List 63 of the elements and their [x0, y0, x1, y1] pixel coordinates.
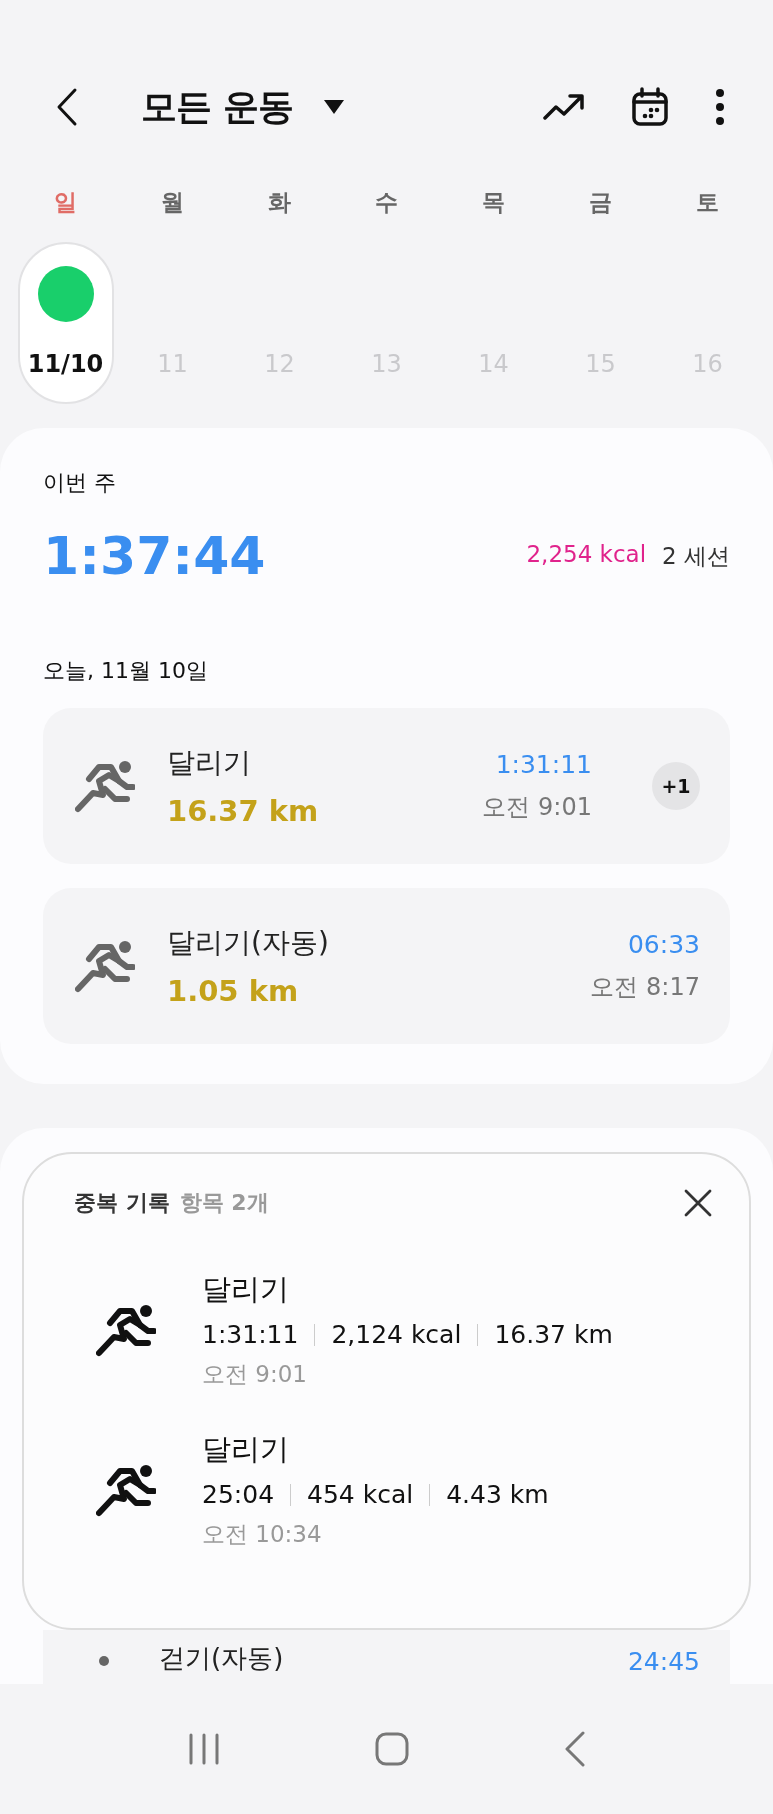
- recents-button[interactable]: [187, 1732, 222, 1766]
- duration-text: 06:33: [627, 929, 700, 959]
- workout-name: 달리기: [202, 1431, 290, 1468]
- weekday-label: 월: [161, 187, 184, 217]
- workout-name: 달리기: [202, 1271, 290, 1308]
- date-heading: 오늘, 11월 10일: [43, 657, 209, 685]
- duration-text: 24:45: [627, 1647, 700, 1676]
- duration-text: 1:31:11: [495, 749, 592, 779]
- weekday-label: 수: [375, 187, 398, 217]
- recents-icon: [187, 1732, 222, 1766]
- start-time: 오전 9:01: [202, 1360, 308, 1389]
- back-icon: [563, 1731, 586, 1767]
- workout-card[interactable]: 달리기 16.37 km 1:31:11 오전 9:01 +1: [43, 708, 730, 864]
- runner-icon: [96, 1463, 156, 1517]
- total-time: 1:37:44: [43, 526, 266, 586]
- item-count: 항목 2개: [179, 1189, 269, 1217]
- runner-icon: [75, 759, 135, 813]
- dropdown-icon[interactable]: [322, 99, 345, 115]
- workout-card[interactable]: 달리기(자동) 1.05 km 06:33 오전 8:17: [43, 888, 730, 1044]
- selected-date[interactable]: 11/10: [17, 242, 114, 404]
- duration-text: 1:31:11: [202, 1320, 299, 1349]
- weekday-label: 토: [696, 187, 719, 217]
- trend-icon: [543, 93, 585, 121]
- calories-text: 2,124 kcal: [331, 1320, 462, 1349]
- workout-name: 달리기: [167, 745, 252, 781]
- calendar-button[interactable]: [631, 87, 669, 127]
- trends-button[interactable]: [543, 93, 585, 121]
- more-icon: [715, 88, 725, 126]
- popup-title: 중복 기록: [74, 1189, 170, 1217]
- workout-name: 달리기(자동): [167, 925, 329, 961]
- section-label: 이번 주: [43, 469, 117, 497]
- distance-text: 1.05 km: [167, 974, 300, 1008]
- duration-text: 25:04: [202, 1480, 275, 1509]
- weekday-label: 화: [268, 187, 291, 217]
- distance-text: 4.43 km: [446, 1480, 549, 1509]
- runner-icon: [96, 1303, 156, 1357]
- sessions-text: 2 세션: [662, 541, 730, 571]
- home-icon: [375, 1732, 410, 1766]
- record-item[interactable]: 달리기 1:31:11 2,124 kcal 16.37 km 오전 9:01: [74, 1270, 713, 1390]
- start-time: 오전 9:01: [482, 791, 592, 823]
- calories-text: 2,254 kcal: [526, 540, 647, 569]
- close-icon: [683, 1188, 713, 1218]
- workout-name: 걷기(자동): [159, 1642, 284, 1675]
- calendar-icon: [631, 87, 669, 127]
- close-button[interactable]: [683, 1188, 713, 1218]
- page-title: 모든 운동: [141, 84, 293, 129]
- weekday-label: 금: [589, 187, 612, 217]
- workout-card[interactable]: 걷기(자동) 24:45: [43, 1630, 730, 1684]
- more-button[interactable]: [715, 88, 725, 126]
- count-badge[interactable]: +1: [652, 762, 700, 810]
- distance-text: 16.37 km: [494, 1320, 613, 1349]
- home-button[interactable]: [375, 1732, 410, 1766]
- start-time: 오전 8:17: [590, 971, 700, 1003]
- back-icon: [55, 87, 79, 127]
- calories-text: 454 kcal: [307, 1480, 414, 1509]
- bullet-icon: [99, 1656, 109, 1666]
- weekday-label: 목: [482, 187, 505, 217]
- record-item[interactable]: 달리기 25:04 454 kcal 4.43 km 오전 10:34: [74, 1430, 713, 1550]
- weekday-label: 일: [54, 187, 77, 217]
- distance-text: 16.37 km: [167, 794, 319, 828]
- start-time: 오전 10:34: [202, 1520, 323, 1549]
- runner-icon: [75, 939, 135, 993]
- back-button[interactable]: [55, 87, 79, 127]
